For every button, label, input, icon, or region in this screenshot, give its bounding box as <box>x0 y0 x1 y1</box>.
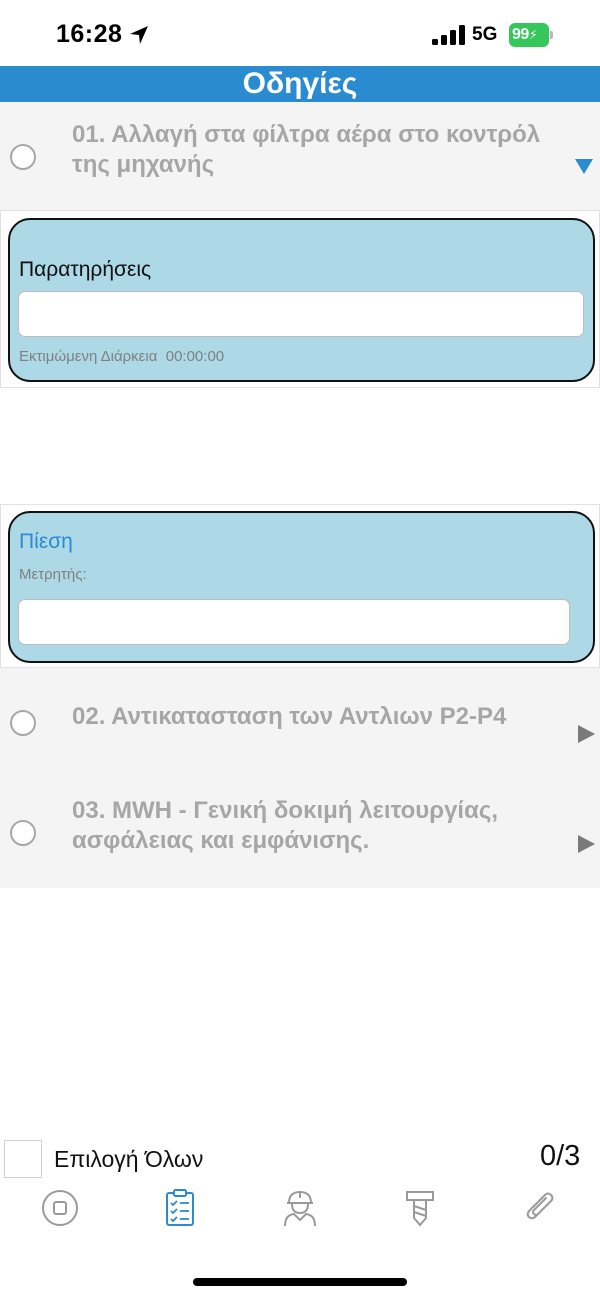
battery-tip <box>550 31 553 39</box>
pressure-panel-container: Πίεση Μετρητής: <box>0 504 600 668</box>
pressure-panel: Πίεση Μετρητής: <box>8 511 595 663</box>
battery-icon: 99⚡ <box>509 23 553 47</box>
status-bar: 16:28 5G 99⚡ <box>0 0 600 66</box>
step-1-radio[interactable] <box>10 144 36 170</box>
step-2-radio[interactable] <box>10 710 36 736</box>
paperclip-icon[interactable] <box>520 1188 560 1228</box>
duration-label: Εκτιμώμενη Διάρκεια 00:00:00 <box>19 348 224 365</box>
battery-percent: 99 <box>512 26 529 43</box>
chevron-down-icon[interactable] <box>574 156 594 176</box>
pressure-label: Πίεση <box>19 530 73 553</box>
select-all-checkbox[interactable] <box>4 1140 42 1178</box>
status-time: 16:28 <box>56 20 123 48</box>
checklist-icon[interactable] <box>160 1188 200 1228</box>
chevron-right-icon[interactable] <box>576 834 596 854</box>
location-arrow-icon <box>130 26 148 44</box>
worker-icon[interactable] <box>280 1188 320 1228</box>
meter-input[interactable] <box>18 599 570 645</box>
chevron-right-icon[interactable] <box>576 724 596 744</box>
signal-icon <box>432 25 465 45</box>
select-all-label[interactable]: Επιλογή Όλων <box>54 1146 203 1173</box>
charging-bolt-icon: ⚡ <box>528 27 538 42</box>
step-3-title: 03. MWH - Γενική δοκιμή λειτουργίας, ασφ… <box>72 797 498 854</box>
step-1-title: 01. Αλλαγή στα φίλτρα αέρα στο κοντρόλ τ… <box>72 121 541 178</box>
tool-icon[interactable] <box>400 1188 440 1228</box>
duration-label-text: Εκτιμώμενη Διάρκεια <box>19 348 158 365</box>
home-indicator[interactable] <box>193 1278 407 1286</box>
completed-counter: 0/3 <box>540 1140 581 1172</box>
header-bar: Οδηγίες <box>0 66 600 102</box>
page-title: Οδηγίες <box>242 67 358 100</box>
notes-panel-container: Παρατηρήσεις Εκτιμώμενη Διάρκεια 00:00:0… <box>0 210 600 388</box>
meter-label: Μετρητής: <box>19 566 87 583</box>
step-row-1[interactable]: 01. Αλλαγή στα φίλτρα αέρα στο κοντρόλ τ… <box>0 102 600 210</box>
notes-input[interactable] <box>18 291 584 337</box>
step-2-title: 02. Αντικατασταση των Αντλιων P2-P4 <box>72 703 507 730</box>
stop-circle-icon[interactable] <box>40 1188 80 1228</box>
battery-level: 99⚡ <box>509 23 549 47</box>
step-3-radio[interactable] <box>10 820 36 846</box>
step-row-2[interactable]: 02. Αντικατασταση των Αντλιων P2-P4 <box>0 668 600 778</box>
step-row-3[interactable]: 03. MWH - Γενική δοκιμή λειτουργίας, ασφ… <box>0 778 600 888</box>
network-label: 5G <box>472 24 498 45</box>
notes-label: Παρατηρήσεις <box>19 258 152 281</box>
duration-value: 00:00:00 <box>165 348 225 365</box>
notes-panel: Παρατηρήσεις Εκτιμώμενη Διάρκεια 00:00:0… <box>8 218 595 382</box>
